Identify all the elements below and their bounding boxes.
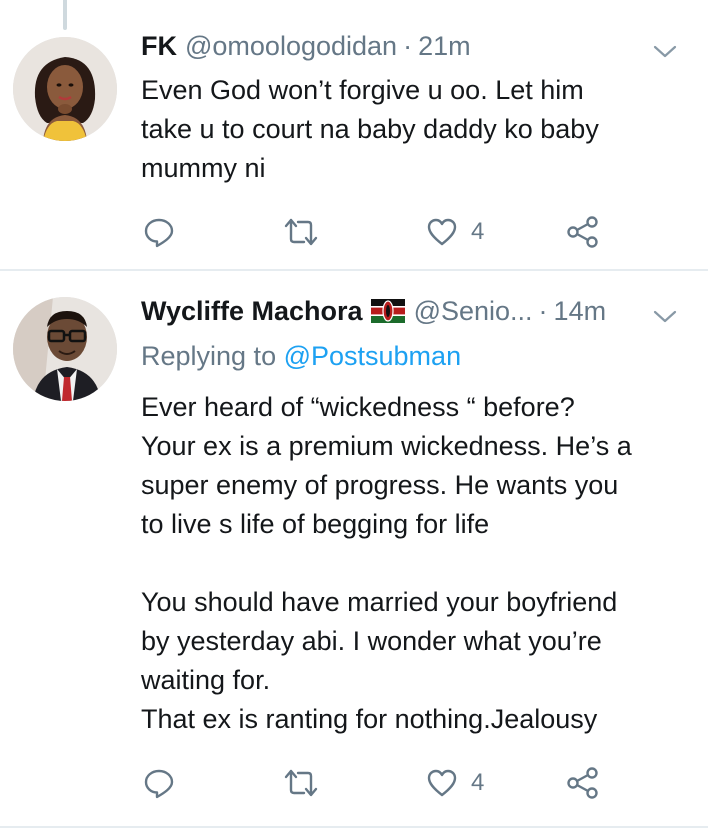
reply-icon (144, 218, 174, 248)
retweet-button[interactable] (281, 212, 321, 252)
like-icon (427, 769, 457, 797)
tweet[interactable]: FK @omoologodidan · 21m Even God won’t f… (0, 0, 708, 270)
timestamp[interactable]: 14m (554, 296, 607, 327)
avatar[interactable] (13, 37, 117, 141)
tweet-header: Wycliffe Machora @Senio... · 14m (141, 293, 676, 329)
tweet-text: Ever heard of “wickedness “ before? Your… (141, 392, 632, 734)
reply-icon (144, 769, 174, 799)
timestamp[interactable]: 21m (418, 31, 471, 62)
reply-button[interactable] (142, 763, 176, 803)
share-button[interactable] (566, 763, 600, 803)
divider (0, 826, 708, 828)
user-handle[interactable]: @omoologodidan (185, 31, 397, 62)
tweet[interactable]: Wycliffe Machora @Senio... · 14m Replyin… (0, 271, 708, 826)
like-count: 4 (471, 769, 485, 796)
display-name[interactable]: Wycliffe Machora (141, 296, 363, 327)
replying-to: Replying to @Postsubman (141, 341, 461, 372)
retweet-icon (284, 218, 318, 246)
chevron-down-icon[interactable] (652, 309, 678, 325)
like-button[interactable]: 4 (425, 763, 484, 803)
tweet-actions: 4 (0, 212, 708, 252)
kenya-flag-icon (370, 299, 405, 323)
tweet-header: FK @omoologodidan · 21m (141, 28, 676, 64)
tweet-actions: 4 (0, 763, 708, 803)
reply-button[interactable] (142, 212, 176, 252)
like-count: 4 (471, 218, 485, 245)
separator-dot: · (403, 30, 413, 61)
retweet-icon (284, 769, 318, 797)
like-icon (427, 218, 457, 246)
replying-to-label: Replying to (141, 341, 284, 371)
share-icon (567, 216, 598, 248)
share-button[interactable] (566, 212, 600, 252)
display-name[interactable]: FK (141, 31, 177, 62)
avatar[interactable] (13, 297, 117, 401)
thread-line (63, 0, 67, 30)
chevron-down-icon[interactable] (652, 44, 678, 60)
separator-dot: · (538, 295, 548, 326)
retweet-button[interactable] (281, 763, 321, 803)
reply-mention-link[interactable]: @Postsubman (284, 341, 462, 371)
user-handle[interactable]: @Senio... (414, 296, 533, 327)
like-button[interactable]: 4 (425, 212, 484, 252)
share-icon (567, 767, 598, 799)
tweet-text: Even God won’t forgive u oo. Let him tak… (141, 75, 599, 183)
